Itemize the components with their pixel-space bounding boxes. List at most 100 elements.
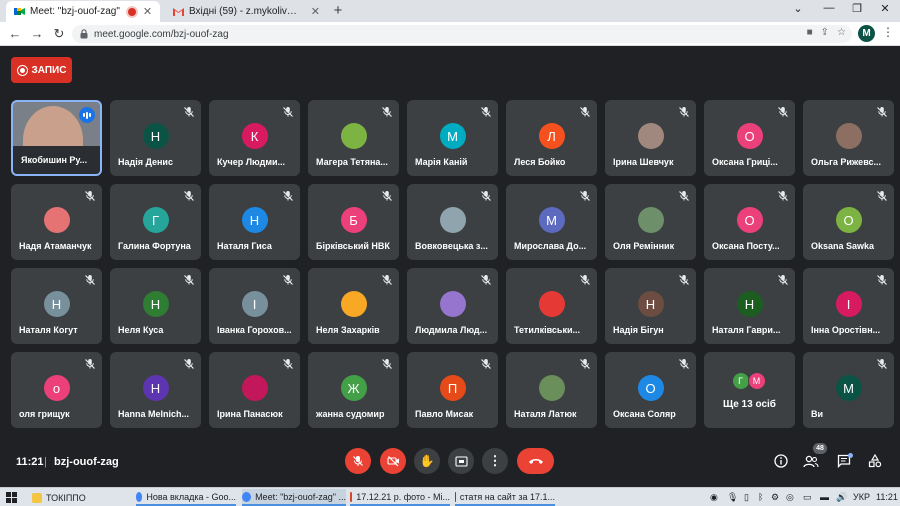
- present-button[interactable]: [448, 448, 474, 474]
- participant-tile[interactable]: Жжанна судомир: [308, 352, 399, 428]
- more-participants-tile[interactable]: Г М Ще 13 осіб: [704, 352, 795, 428]
- participant-avatar: І: [241, 291, 268, 317]
- participant-tile[interactable]: Н Наталя Гаври...: [704, 268, 795, 344]
- new-tab-button[interactable]: +: [329, 2, 347, 19]
- participant-photo-avatar: [340, 291, 367, 317]
- leave-call-button[interactable]: [517, 448, 554, 474]
- browser-menu-icon[interactable]: ⋮: [882, 25, 894, 39]
- participant-tile[interactable]: П Павло Мисак: [407, 352, 498, 428]
- participant-tile[interactable]: Г Галина Фортуна: [110, 184, 201, 260]
- participant-tile[interactable]: Вовковецька з...: [407, 184, 498, 260]
- bookmark-star-icon[interactable]: ☆: [837, 27, 846, 38]
- profile-avatar[interactable]: M: [858, 25, 875, 42]
- file-tray-icon[interactable]: ▯: [744, 492, 749, 503]
- taskbar-item-folder[interactable]: ТОКІППО: [32, 489, 132, 506]
- share-icon[interactable]: ⇪: [821, 27, 829, 38]
- participant-tile[interactable]: Оля Ремінник: [605, 184, 696, 260]
- taskbar-item-meet[interactable]: Meet: "bzj-ouof-zag" ...: [242, 489, 346, 506]
- more-vert-icon: ⋮: [488, 453, 502, 468]
- participant-tile[interactable]: Надя Атаманчук: [11, 184, 102, 260]
- participant-name: Іванка Горохов...: [217, 325, 292, 335]
- participant-avatar: Н: [736, 291, 763, 317]
- participant-tile[interactable]: Н Надія Бігун: [605, 268, 696, 344]
- camera-permission-icon[interactable]: ■: [807, 27, 813, 38]
- participant-tile[interactable]: о оля грищук: [11, 352, 102, 428]
- participant-tile[interactable]: О Оксана Посту...: [704, 184, 795, 260]
- participant-tile[interactable]: Н Наталя Гиса: [209, 184, 300, 260]
- participant-tile[interactable]: Н Наталя Когут: [11, 268, 102, 344]
- activities-button[interactable]: [866, 452, 884, 470]
- close-window-button[interactable]: ✕: [876, 2, 894, 15]
- tab-search-icon[interactable]: ⌄: [789, 2, 807, 15]
- participant-tile[interactable]: О Оксана Соляр: [605, 352, 696, 428]
- participant-tile[interactable]: Неля Захарків: [308, 268, 399, 344]
- mic-off-icon: [381, 105, 393, 117]
- network-icon[interactable]: ▭: [803, 492, 812, 503]
- volume-icon[interactable]: 🔊: [836, 492, 847, 503]
- chrome-tray-icon[interactable]: ◎: [786, 492, 794, 503]
- recording-button[interactable]: ЗАПИС: [11, 57, 72, 83]
- taskbar-item-powerpoint[interactable]: 17.12.21 р. фото - Мі...: [350, 489, 450, 506]
- participant-name: Галина Фортуна: [118, 241, 191, 251]
- tab-gmail[interactable]: Вхідні (59) - z.mykoliv@ippo.edu ✕: [165, 1, 320, 22]
- taskbar-item-word[interactable]: статя на сайт за 17.1...: [455, 489, 555, 506]
- start-button[interactable]: [6, 489, 17, 506]
- participant-tile[interactable]: Н Надія Денис: [110, 100, 201, 176]
- participant-tile[interactable]: Б Бірківський НВК: [308, 184, 399, 260]
- close-tab-icon[interactable]: ✕: [311, 5, 320, 18]
- chrome-icon: [242, 491, 252, 502]
- forward-button[interactable]: →: [28, 25, 46, 43]
- record-icon: [16, 64, 28, 76]
- participant-tile[interactable]: Магера Тетяна...: [308, 100, 399, 176]
- participant-tile[interactable]: Наталя Латюк: [506, 352, 597, 428]
- self-video-tile[interactable]: Якобишин Ру...: [11, 100, 102, 176]
- camera-toggle-button[interactable]: [380, 448, 406, 474]
- participant-avatar: П: [439, 375, 466, 401]
- participant-tile[interactable]: О Oksana Sawka: [803, 184, 894, 260]
- participant-tile[interactable]: Ірина Шевчук: [605, 100, 696, 176]
- participant-tile[interactable]: М Марія Каній: [407, 100, 498, 176]
- participant-photo-avatar: [439, 291, 466, 317]
- participant-tile[interactable]: О Оксана Гриці...: [704, 100, 795, 176]
- minimize-button[interactable]: —: [820, 2, 838, 14]
- participant-tile[interactable]: Н Hanna Melnich...: [110, 352, 201, 428]
- microphone-tray-icon[interactable]: 🎙: [727, 492, 738, 503]
- participant-tile[interactable]: Ольга Рижевс...: [803, 100, 894, 176]
- bluetooth-icon[interactable]: ᛒ: [758, 492, 763, 502]
- input-language[interactable]: УКР: [853, 492, 870, 502]
- back-button[interactable]: ←: [6, 25, 24, 43]
- participant-tile[interactable]: Тетилківськи...: [506, 268, 597, 344]
- mic-off-icon: [480, 105, 492, 117]
- windows-logo-icon: [6, 492, 17, 503]
- participant-tile[interactable]: Л Леся Бойко: [506, 100, 597, 176]
- tab-meet[interactable]: Meet: "bzj-ouof-zag" ✕: [6, 1, 160, 22]
- settings-tray-icon[interactable]: ⚙: [771, 492, 779, 503]
- address-bar[interactable]: meet.google.com/bzj-ouof-zag ■ ⇪ ☆: [72, 25, 852, 43]
- taskbar-item-label: Meet: "bzj-ouof-zag" ...: [255, 491, 346, 502]
- participant-tile[interactable]: І Інна Оростівн...: [803, 268, 894, 344]
- reload-button[interactable]: ↻: [50, 25, 68, 43]
- participant-tile[interactable]: М Мирослава До...: [506, 184, 597, 260]
- participant-name: Наталя Когут: [19, 325, 78, 335]
- tray-app-icon[interactable]: ◉: [710, 492, 718, 503]
- people-button[interactable]: [802, 452, 820, 470]
- participant-tile[interactable]: Н Неля Куса: [110, 268, 201, 344]
- participant-avatar: Л: [538, 123, 565, 149]
- participant-tile[interactable]: М Ви: [803, 352, 894, 428]
- raise-hand-button[interactable]: ✋: [414, 448, 440, 474]
- mic-toggle-button[interactable]: [345, 448, 371, 474]
- participant-tile[interactable]: І Іванка Горохов...: [209, 268, 300, 344]
- word-icon: [455, 491, 456, 502]
- close-tab-icon[interactable]: ✕: [143, 5, 152, 18]
- participant-tile[interactable]: К Кучер Людми...: [209, 100, 300, 176]
- more-options-button[interactable]: ⋮: [482, 448, 508, 474]
- participant-tile[interactable]: Людмила Люд...: [407, 268, 498, 344]
- participant-avatar: І: [835, 291, 862, 317]
- system-clock[interactable]: 11:21: [876, 492, 898, 502]
- battery-icon[interactable]: ▬: [820, 492, 829, 502]
- gmail-icon: [173, 6, 184, 17]
- taskbar-item-chrome-newtab[interactable]: Нова вкладка - Goo...: [136, 489, 236, 506]
- restore-button[interactable]: ❐: [848, 2, 866, 15]
- meeting-details-button[interactable]: [772, 452, 790, 470]
- participant-tile[interactable]: Ірина Панасюк: [209, 352, 300, 428]
